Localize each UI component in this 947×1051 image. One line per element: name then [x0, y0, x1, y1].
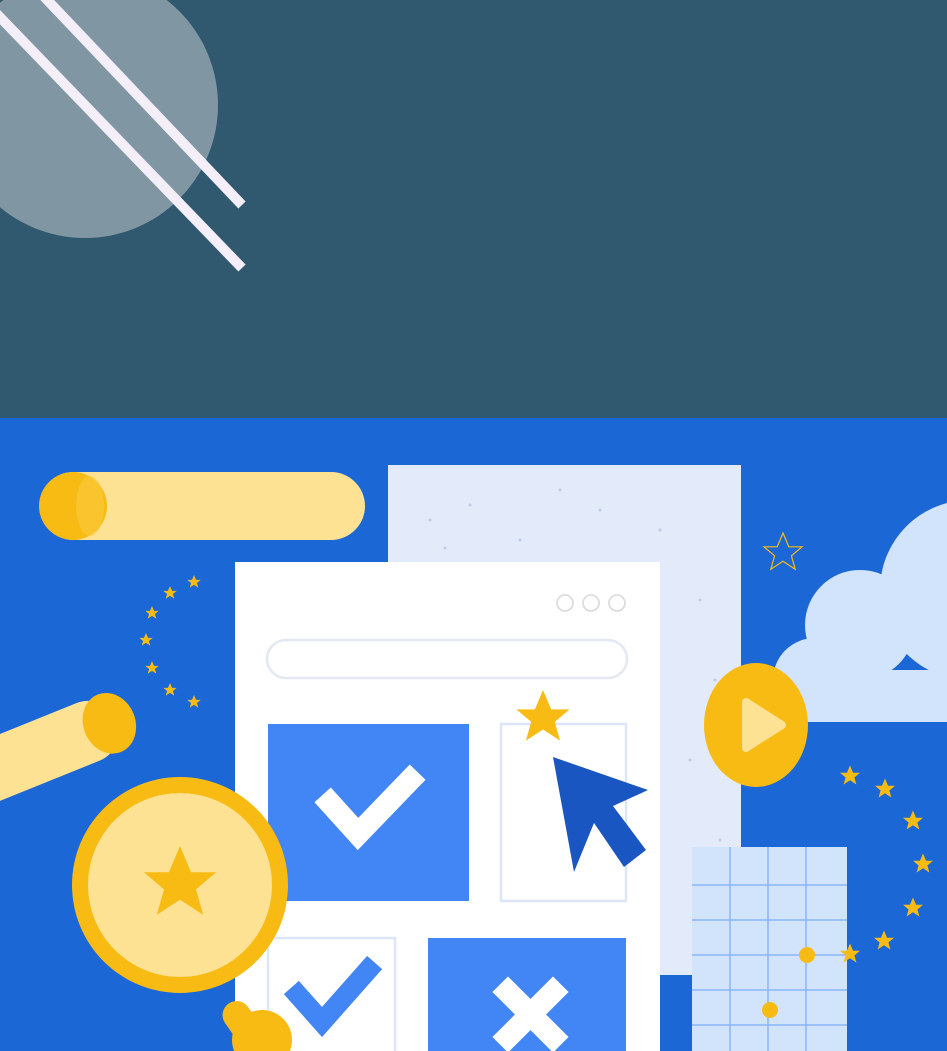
address-bar: [265, 638, 629, 680]
rejected-tile: [428, 938, 626, 1051]
illustration: [0, 418, 947, 1051]
hero-artwork: [0, 0, 947, 1051]
play-icon: [704, 663, 808, 787]
header-band: [0, 0, 947, 418]
browser-window: [235, 562, 660, 1051]
hero-banner: [0, 0, 947, 1051]
checked-tile: [268, 724, 469, 901]
pill-shape-top: [39, 472, 365, 540]
grid-card: [692, 847, 847, 1051]
